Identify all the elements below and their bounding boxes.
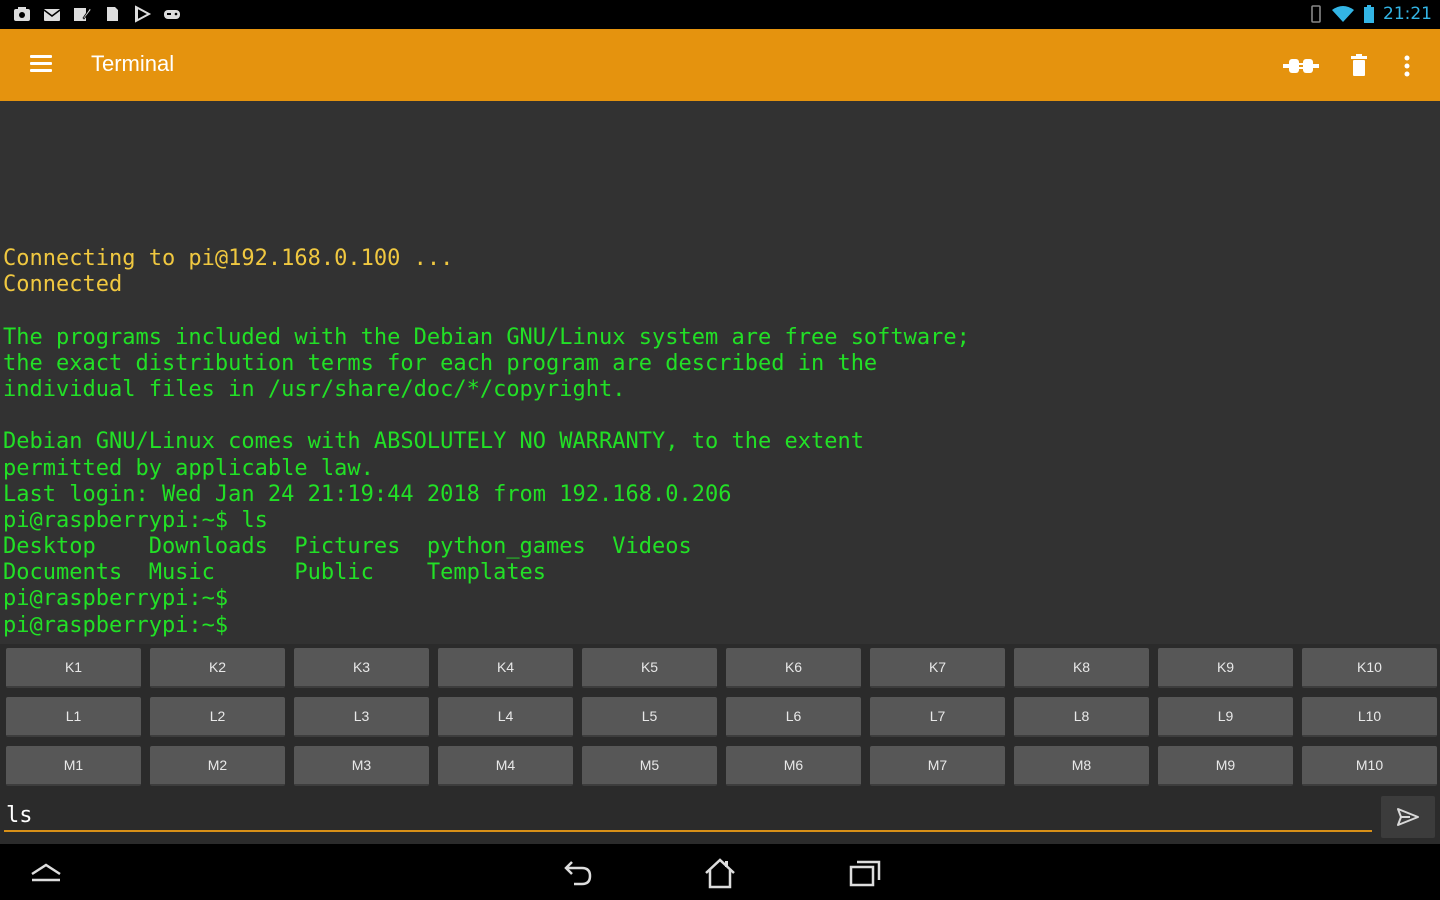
back-icon[interactable] <box>555 854 599 892</box>
mail-icon <box>43 9 61 21</box>
keyboard-toggle-icon[interactable] <box>24 854 68 892</box>
command-input-area <box>0 794 1440 844</box>
function-keys-panel: K1 K2 K3 K4 K5 K6 K7 K8 K9 K10 L1 L2 L3 L4 L5 L6 L7 L8 L9… <box>0 644 1440 794</box>
vibrate-icon <box>1311 5 1321 23</box>
key-k2[interactable]: K2 <box>150 648 285 688</box>
terminal-line: pi@raspberrypi:~$ ls <box>3 507 268 533</box>
key-m9[interactable]: M9 <box>1158 746 1293 786</box>
command-input[interactable] <box>4 800 1372 832</box>
key-k4[interactable]: K4 <box>438 648 573 688</box>
key-k3[interactable]: K3 <box>294 648 429 688</box>
key-l5[interactable]: L5 <box>582 697 717 737</box>
terminal-line: individual files in /usr/share/doc/*/cop… <box>3 376 626 402</box>
key-m2[interactable]: M2 <box>150 746 285 786</box>
key-k9[interactable]: K9 <box>1158 648 1293 688</box>
document-icon <box>107 7 118 21</box>
key-m6[interactable]: M6 <box>726 746 861 786</box>
terminal-output[interactable]: Connecting to pi@192.168.0.100 ... Connec… <box>0 101 1440 644</box>
key-row-m: M1 M2 M3 M4 M5 M6 M7 M8 M9 M10 <box>6 746 1437 786</box>
page-title: Terminal <box>91 51 175 76</box>
connect-icon[interactable] <box>1281 47 1321 85</box>
key-row-l: L1 L2 L3 L4 L5 L6 L7 L8 L9 L10 <box>6 697 1437 737</box>
key-k6[interactable]: K6 <box>726 648 861 688</box>
terminal-line: Documents Music Public Templates <box>3 560 547 586</box>
terminal-line: pi@raspberrypi:~$ <box>3 586 229 612</box>
key-l7[interactable]: L7 <box>870 697 1005 737</box>
status-bar: 21:21 <box>0 0 1440 29</box>
terminal-line: the exact distribution terms for each pr… <box>3 350 878 376</box>
terminal-line: pi@raspberrypi:~$ <box>3 612 229 638</box>
overflow-menu-icon[interactable] <box>1387 47 1427 85</box>
terminal-line: Debian GNU/Linux comes with ABSOLUTELY N… <box>3 429 864 455</box>
key-l10[interactable]: L10 <box>1302 697 1437 737</box>
notification-icon <box>14 7 30 21</box>
key-k8[interactable]: K8 <box>1014 648 1149 688</box>
edit-icon <box>74 7 92 21</box>
play-store-icon <box>135 5 152 23</box>
gamepad-icon <box>164 10 180 19</box>
hamburger-menu-icon[interactable] <box>24 51 58 81</box>
key-m7[interactable]: M7 <box>870 746 1005 786</box>
clock: 21:21 <box>1383 4 1432 24</box>
app-toolbar: Terminal <box>0 29 1440 101</box>
system-status-icons: 21:21 <box>1309 4 1432 24</box>
key-k5[interactable]: K5 <box>582 648 717 688</box>
key-l8[interactable]: L8 <box>1014 697 1149 737</box>
key-l3[interactable]: L3 <box>294 697 429 737</box>
key-m3[interactable]: M3 <box>294 746 429 786</box>
send-icon <box>1397 808 1419 826</box>
system-nav-bar <box>0 844 1440 900</box>
key-k1[interactable]: K1 <box>6 648 141 688</box>
terminal-line: permitted by applicable law. <box>3 455 374 481</box>
wifi-icon <box>1332 6 1354 22</box>
key-row-k: K1 K2 K3 K4 K5 K6 K7 K8 K9 K10 <box>6 648 1437 688</box>
home-icon[interactable] <box>698 854 742 892</box>
key-l6[interactable]: L6 <box>726 697 861 737</box>
key-m4[interactable]: M4 <box>438 746 573 786</box>
key-l9[interactable]: L9 <box>1158 697 1293 737</box>
terminal-line: Connected <box>3 272 123 298</box>
key-m1[interactable]: M1 <box>6 746 141 786</box>
key-m10[interactable]: M10 <box>1302 746 1437 786</box>
terminal-line: Last login: Wed Jan 24 21:19:44 2018 fro… <box>3 481 732 507</box>
notification-icons <box>12 4 182 24</box>
delete-icon[interactable] <box>1339 47 1379 85</box>
key-l2[interactable]: L2 <box>150 697 285 737</box>
terminal-line: The programs included with the Debian GN… <box>3 324 970 350</box>
key-m8[interactable]: M8 <box>1014 746 1149 786</box>
key-m5[interactable]: M5 <box>582 746 717 786</box>
key-k7[interactable]: K7 <box>870 648 1005 688</box>
key-k10[interactable]: K10 <box>1302 648 1437 688</box>
terminal-lines: Connecting to pi@192.168.0.100 ... Connec… <box>3 246 970 639</box>
key-l4[interactable]: L4 <box>438 697 573 737</box>
key-l1[interactable]: L1 <box>6 697 141 737</box>
terminal-line: Desktop Downloads Pictures python_games … <box>3 534 692 560</box>
recent-apps-icon[interactable] <box>843 854 887 892</box>
battery-icon <box>1364 5 1374 23</box>
terminal-line: Connecting to pi@192.168.0.100 ... <box>3 246 454 271</box>
send-button[interactable] <box>1381 796 1435 838</box>
